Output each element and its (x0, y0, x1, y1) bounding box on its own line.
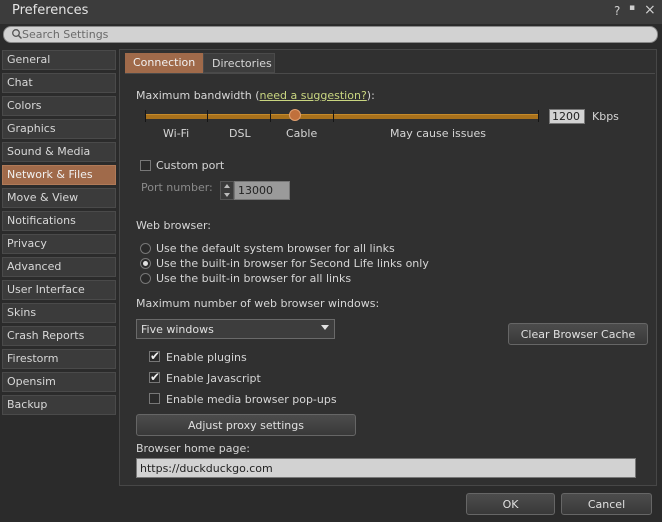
radio-system-browser-label: Use the default system browser for all l… (156, 242, 395, 255)
slider-tick (207, 110, 208, 122)
enable-plugins-label: Enable plugins (166, 351, 247, 364)
tab-divider (125, 73, 655, 74)
adjust-proxy-button[interactable]: Adjust proxy settings (136, 414, 356, 436)
clear-browser-cache-button[interactable]: Clear Browser Cache (508, 323, 648, 345)
sidebar-item-skins[interactable]: Skins (2, 303, 116, 323)
minimize-button[interactable]: ▪ (629, 3, 635, 13)
checkmark-icon: ✔ (150, 370, 161, 384)
sidebar-item-move-view[interactable]: Move & View (2, 188, 116, 208)
tick-label-may-cause-issues: May cause issues (390, 127, 486, 140)
sidebar-item-backup[interactable]: Backup (2, 395, 116, 415)
enable-javascript-label: Enable Javascript (166, 372, 261, 385)
sidebar-item-general[interactable]: General (2, 50, 116, 70)
sidebar-item-notifications[interactable]: Notifications (2, 211, 116, 231)
port-number-field[interactable]: 13000 (234, 181, 290, 200)
enable-plugins-checkbox[interactable]: ✔ (149, 349, 161, 363)
port-stepper[interactable] (220, 181, 234, 200)
suggestion-link[interactable]: need a suggestion? (259, 89, 366, 102)
custom-port-checkbox[interactable] (140, 160, 151, 171)
bandwidth-label: Maximum bandwidth (need a suggestion?): (136, 89, 375, 102)
slider-tick (270, 110, 271, 122)
sidebar-item-user-interface[interactable]: User Interface (2, 280, 116, 300)
tab-connection[interactable]: Connection (125, 53, 203, 73)
radio-builtin-sl-links-label: Use the built-in browser for Second Life… (156, 257, 429, 270)
stepper-up-icon[interactable] (224, 184, 230, 188)
bandwidth-value-field[interactable]: 1200 (549, 109, 585, 124)
bandwidth-label-prefix: Maximum bandwidth ( (136, 89, 260, 102)
sidebar-item-sound-media[interactable]: Sound & Media (2, 142, 116, 162)
home-page-label: Browser home page: (136, 442, 250, 455)
help-button[interactable]: ? (614, 4, 620, 18)
max-windows-heading: Maximum number of web browser windows: (136, 297, 380, 310)
bandwidth-unit: Kbps (592, 110, 619, 123)
search-input[interactable] (22, 27, 642, 42)
sidebar-item-graphics[interactable]: Graphics (2, 119, 116, 139)
home-page-field[interactable]: https://duckduckgo.com (136, 458, 636, 478)
close-button[interactable]: × (644, 2, 656, 18)
radio-builtin-all-links[interactable] (140, 273, 151, 284)
checkmark-icon: ✔ (150, 349, 161, 363)
sidebar-item-crash-reports[interactable]: Crash Reports (2, 326, 116, 346)
tick-label-dsl: DSL (229, 127, 251, 140)
port-number-label: Port number: (141, 181, 213, 194)
sidebar-item-colors[interactable]: Colors (2, 96, 116, 116)
bandwidth-slider-thumb[interactable] (289, 109, 301, 121)
stepper-down-icon[interactable] (224, 193, 230, 197)
window-title: Preferences (12, 3, 89, 18)
cancel-button[interactable]: Cancel (561, 493, 652, 515)
custom-port-label: Custom port (156, 159, 225, 172)
radio-system-browser[interactable] (140, 243, 151, 254)
enable-popups-label: Enable media browser pop-ups (166, 393, 337, 406)
max-windows-dropdown[interactable]: Five windows (136, 319, 335, 339)
sidebar-item-network-files[interactable]: Network & Files (2, 165, 116, 185)
sidebar-item-advanced[interactable]: Advanced (2, 257, 116, 277)
ok-button[interactable]: OK (466, 493, 555, 515)
enable-javascript-checkbox[interactable]: ✔ (149, 370, 161, 384)
slider-tick (538, 110, 539, 122)
tab-directories[interactable]: Directories (203, 53, 275, 73)
max-windows-selected: Five windows (141, 323, 214, 336)
enable-popups-checkbox[interactable] (149, 393, 160, 404)
sidebar-item-firestorm[interactable]: Firestorm (2, 349, 116, 369)
bandwidth-slider-track[interactable] (145, 114, 539, 119)
sidebar-item-chat[interactable]: Chat (2, 73, 116, 93)
slider-tick (145, 110, 146, 122)
sidebar: General Chat Colors Graphics Sound & Med… (2, 50, 116, 418)
radio-builtin-sl-links[interactable] (140, 258, 151, 269)
tick-label-wifi: Wi-Fi (163, 127, 190, 140)
sidebar-item-opensim[interactable]: Opensim (2, 372, 116, 392)
tick-label-cable: Cable (286, 127, 318, 140)
web-browser-heading: Web browser: (136, 219, 212, 232)
sidebar-item-privacy[interactable]: Privacy (2, 234, 116, 254)
radio-builtin-all-links-label: Use the built-in browser for all links (156, 272, 352, 285)
title-bar[interactable] (0, 0, 662, 24)
slider-tick (333, 110, 334, 122)
search-bar (3, 26, 658, 43)
bandwidth-label-suffix: ): (366, 89, 375, 102)
chevron-down-icon (321, 325, 329, 330)
